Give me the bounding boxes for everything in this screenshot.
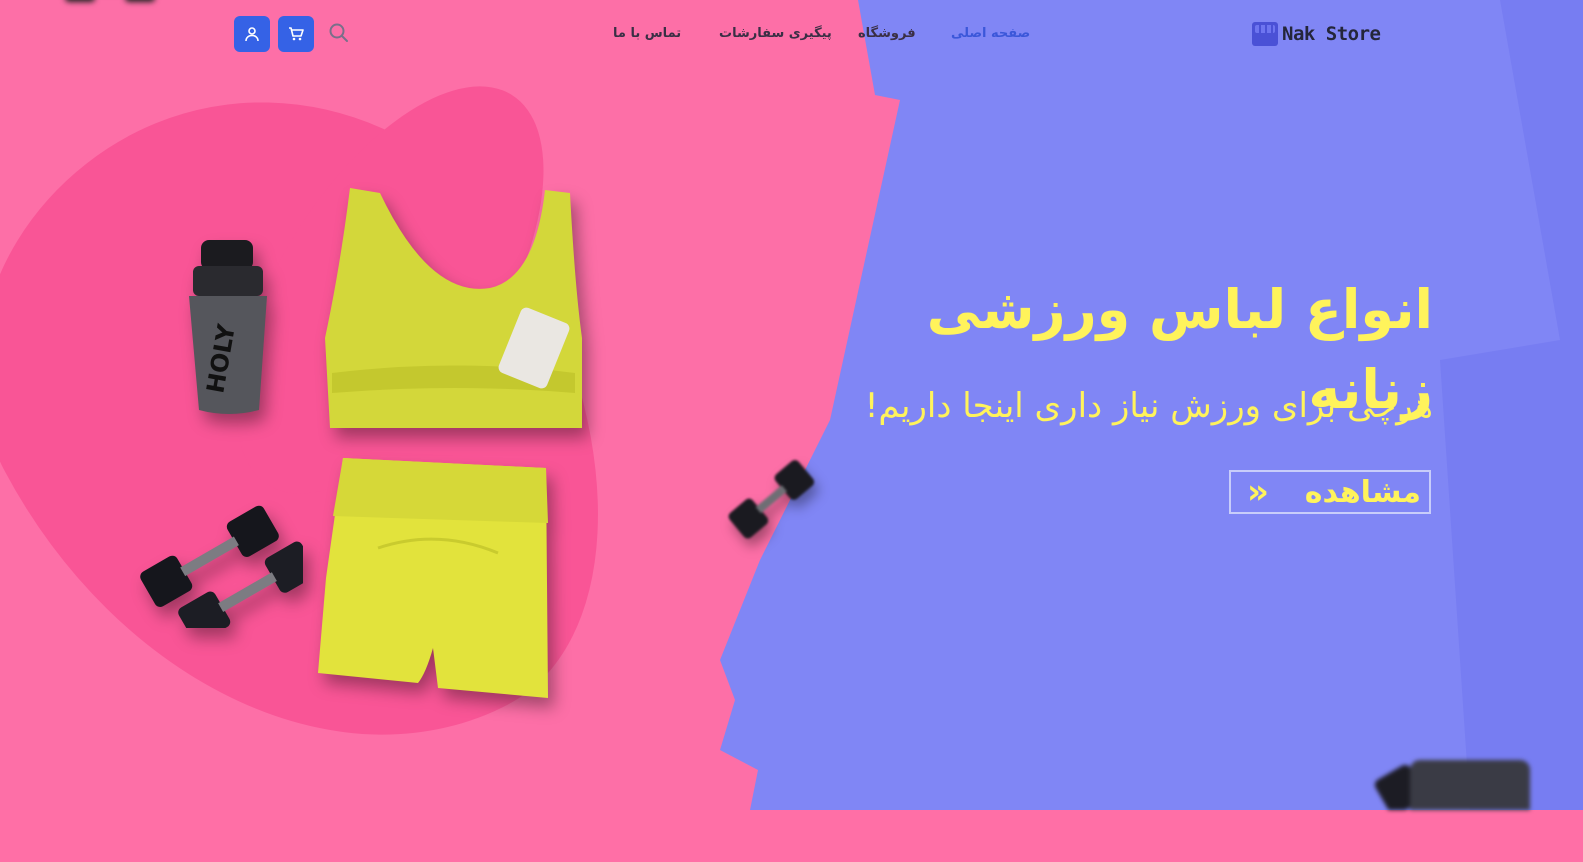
nav-item-home[interactable]: صفحه اصلی [951, 26, 1030, 41]
brand-logo[interactable]: Nak Store [1252, 22, 1381, 46]
view-button-label: مشاهده [1304, 474, 1421, 510]
cart-icon [289, 27, 304, 41]
dumbbell-image [722, 455, 822, 549]
nav-item-contact[interactable]: تماس با ما [613, 26, 681, 41]
nav-item-shop[interactable]: فروشگاه [858, 26, 916, 41]
nav-item-order-tracking[interactable]: پیگیری سفارشات [719, 26, 832, 41]
user-icon [245, 27, 259, 42]
view-button[interactable]: » مشاهده [1229, 470, 1431, 514]
shaker-bottle-image [1370, 750, 1540, 820]
hero-subtitle: هرچی برای ورزش نیاز داری اینجا داریم! [864, 386, 1433, 426]
sports-shorts-image [318, 458, 553, 707]
sports-bra-image [320, 188, 590, 442]
dumbbell-image [60, 0, 170, 14]
brand-name: Nak Store [1282, 23, 1381, 45]
dumbbells-image [133, 493, 317, 643]
search-icon[interactable] [328, 22, 350, 44]
double-chevron-icon: » [1247, 472, 1269, 512]
cart-button[interactable] [278, 16, 314, 52]
user-button[interactable] [234, 16, 270, 52]
shaker-bottle-image: HOLY [183, 240, 275, 422]
store-icon [1252, 22, 1278, 46]
